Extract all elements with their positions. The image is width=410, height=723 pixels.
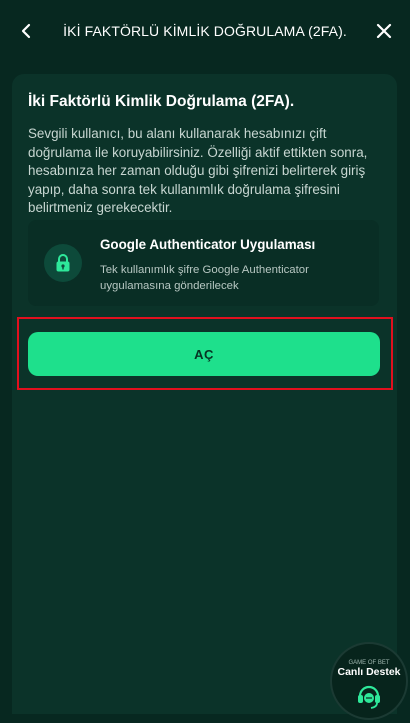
close-button[interactable] [372,19,396,43]
authenticator-option[interactable]: Google Authenticator Uygulaması Tek kull… [28,220,379,306]
authenticator-title: Google Authenticator Uygulaması [100,237,316,252]
chevron-left-icon [21,23,31,39]
lock-icon [44,244,82,282]
headset-icon [358,685,380,709]
back-button[interactable] [14,19,38,43]
card-title: İki Faktörlü Kimlik Doğrulama (2FA). [28,93,295,110]
enable-2fa-button[interactable]: AÇ [28,332,380,376]
support-label: Canlı Destek [337,666,401,678]
top-bar: İKİ FAKTÖRLÜ KİMLİK DOĞRULAMA (2FA). [0,0,410,62]
card-description: Sevgili kullanıcı, bu alanı kullanarak h… [28,126,368,215]
twofa-card: İki Faktörlü Kimlik Doğrulama (2FA). Sev… [12,74,397,714]
authenticator-description: Tek kullanımlık şifre Google Authenticat… [100,264,309,292]
close-icon [376,23,392,39]
live-support-button[interactable]: GAME OF BET Canlı Destek [332,644,406,718]
page-title: İKİ FAKTÖRLÜ KİMLİK DOĞRULAMA (2FA). [63,23,347,39]
